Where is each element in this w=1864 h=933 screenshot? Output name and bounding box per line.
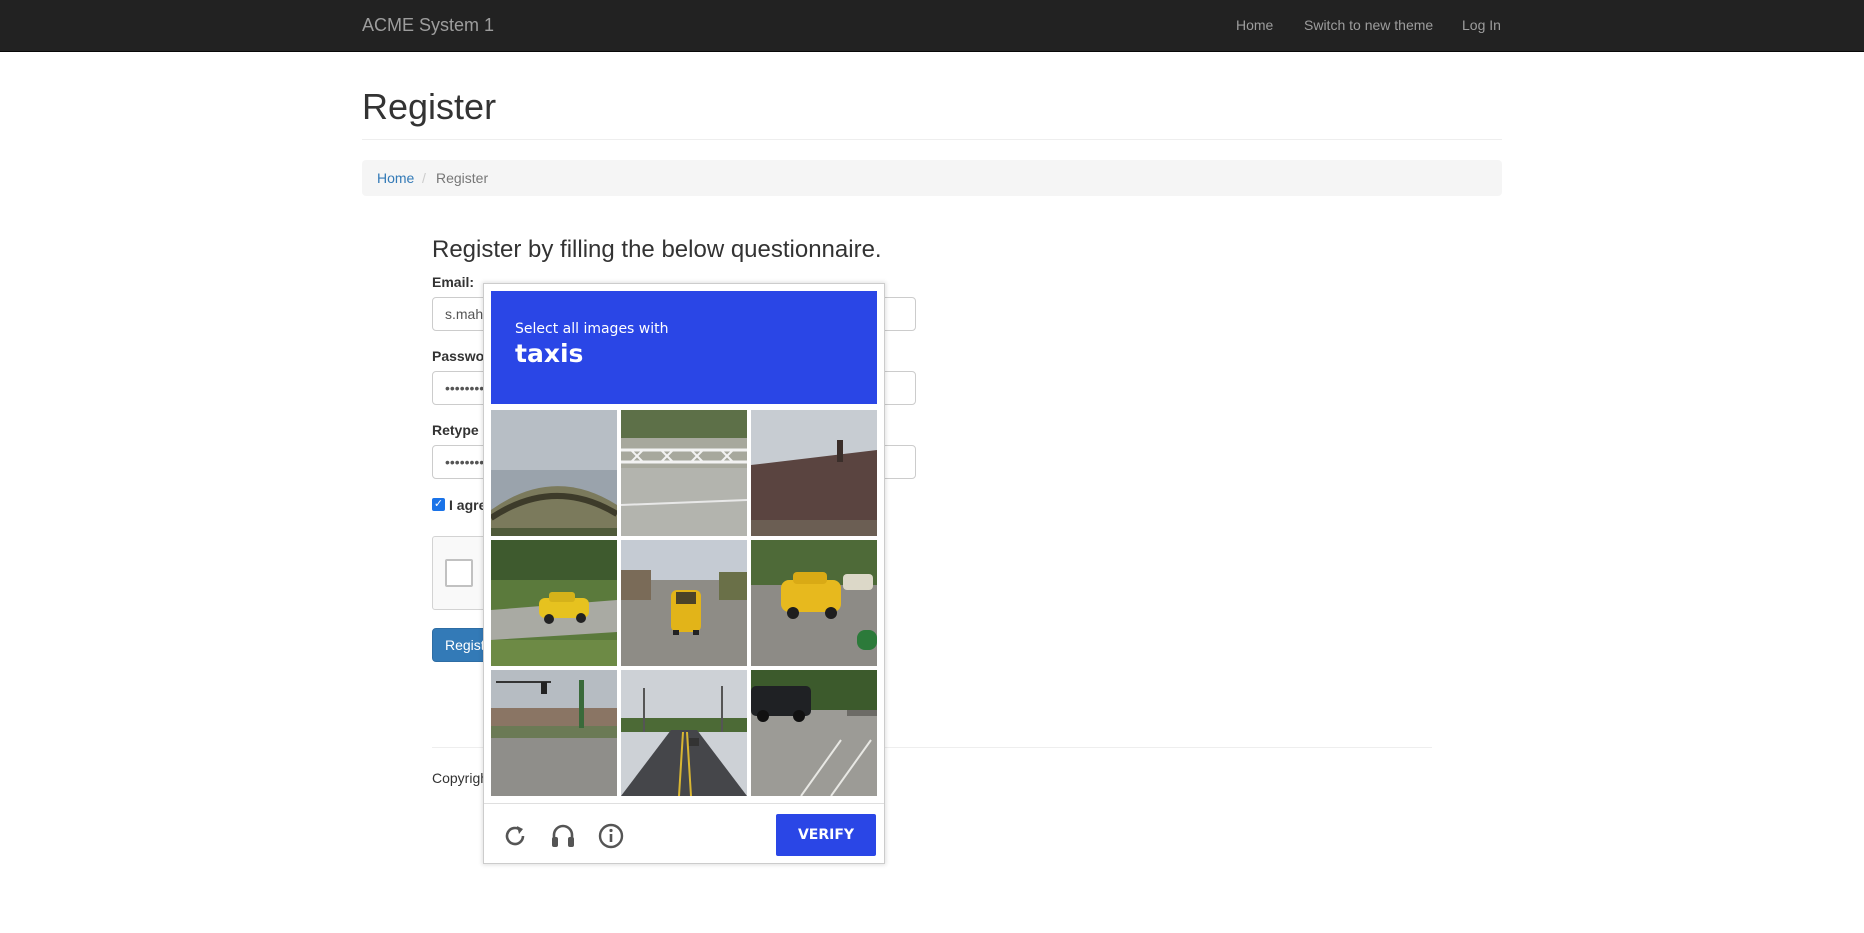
nav-login-link[interactable]: Log In [1462,17,1501,33]
yellow-taxi-rear-street-image [621,540,747,666]
form-heading: Register by filling the below questionna… [432,236,882,263]
captcha-tile-2[interactable] [621,410,747,536]
top-navbar: ACME System 1 Home Switch to new theme L… [0,0,1864,52]
password-label: Passwo [432,348,485,364]
breadcrumb-separator: / [422,170,426,186]
reload-icon[interactable] [500,821,530,851]
captcha-header: Select all images with taxis [491,291,877,404]
email-label: Email: [432,274,475,290]
verify-button[interactable]: VERIFY [776,814,876,856]
captcha-footer-divider [484,803,884,804]
page-title: Register [362,86,497,127]
breadcrumb-home-link[interactable]: Home [377,170,414,186]
brand-link[interactable]: ACME System 1 [362,15,494,36]
nav-switch-theme-link[interactable]: Switch to new theme [1304,17,1433,33]
captcha-tile-8[interactable] [621,670,747,796]
captcha-tile-6[interactable] [751,540,877,666]
title-divider [362,139,1502,140]
captcha-tile-7[interactable] [491,670,617,796]
breadcrumb-current: Register [436,170,489,186]
captcha-tile-1[interactable] [491,410,617,536]
rooftop-with-chimney-image [751,410,877,536]
captcha-challenge-popup: Select all images with taxis VERIFY [483,283,885,864]
retype-password-label: Retype [432,422,479,438]
captcha-tile-5[interactable] [621,540,747,666]
yellow-taxi-on-grass-road-image [491,540,617,666]
breadcrumb: Home / Register [362,160,1502,196]
copyright-text: Copyrigh [432,770,489,786]
black-pickup-parking-lot-image [751,670,877,796]
captcha-target: taxis [515,339,584,368]
agree-label: I agre [449,497,487,513]
captcha-instruction: Select all images with [515,321,669,337]
info-icon[interactable] [596,821,626,851]
recaptcha-checkbox[interactable] [445,559,473,587]
highway-with-car-image [621,670,747,796]
intersection-with-buildings-image [491,670,617,796]
road-with-white-fence-image [621,410,747,536]
captcha-tile-4[interactable] [491,540,617,666]
nav-home-link[interactable]: Home [1236,17,1273,33]
agree-checkbox[interactable]: ✓ [432,498,445,511]
audio-icon[interactable] [548,821,578,851]
captcha-tile-9[interactable] [751,670,877,796]
yellow-taxi-parking-lot-image [751,540,877,666]
captcha-tile-3[interactable] [751,410,877,536]
overpass-under-sky-image [491,410,617,536]
